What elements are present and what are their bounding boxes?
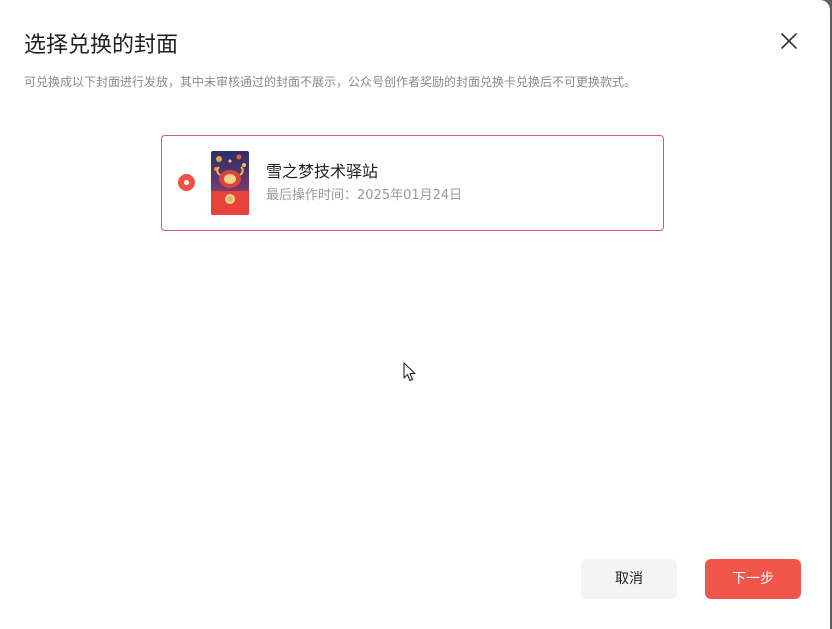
dialog-description: 可兑换成以下封面进行发放，其中未审核通过的封面不展示，公众号创作者奖励的封面兑换… xyxy=(24,75,637,89)
cover-name: 雪之梦技术驿站 xyxy=(266,162,379,181)
cover-last-modified: 最后操作时间：2025年01月24日 xyxy=(266,188,463,203)
cover-option[interactable]: 雪之梦技术驿站 最后操作时间：2025年01月24日 xyxy=(161,135,664,231)
radio-selected-icon[interactable] xyxy=(178,174,195,191)
radio-dot xyxy=(184,180,189,185)
close-icon xyxy=(781,33,797,49)
cancel-button[interactable]: 取消 xyxy=(581,559,677,599)
cover-select-dialog: 选择兑换的封面 可兑换成以下封面进行发放，其中未审核通过的封面不展示，公众号创作… xyxy=(0,0,830,629)
cover-thumbnail xyxy=(211,151,249,215)
close-button[interactable] xyxy=(776,28,802,54)
dialog-title: 选择兑换的封面 xyxy=(24,33,179,58)
mouse-pointer-icon xyxy=(403,362,416,382)
next-step-button[interactable]: 下一步 xyxy=(705,559,801,599)
